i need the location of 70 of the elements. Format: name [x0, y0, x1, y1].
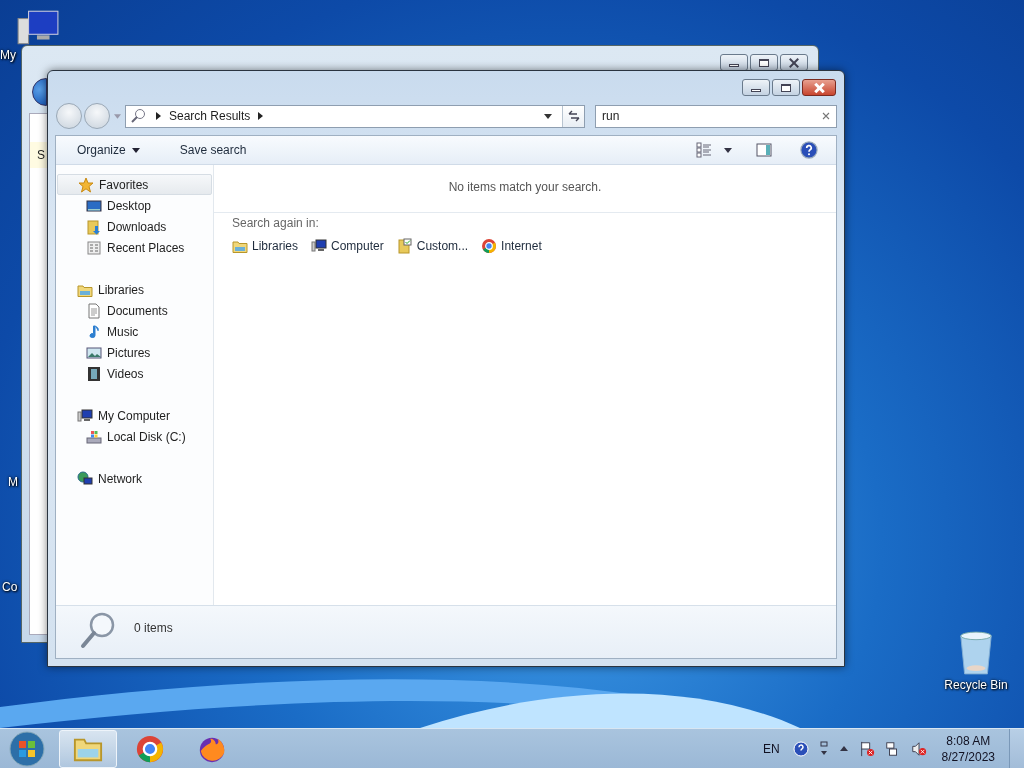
film-icon: [86, 365, 102, 382]
flag-icon[interactable]: [858, 740, 875, 757]
search-field[interactable]: run: [595, 104, 837, 128]
caret-icon[interactable]: [544, 113, 552, 119]
empty-message: No items match your search.: [448, 180, 602, 196]
grid-icon: [86, 239, 102, 256]
computer-icon: [311, 238, 328, 254]
drive-icon: [86, 428, 102, 445]
clock-date[interactable]: 8/27/2023: [941, 748, 995, 765]
refresh-button[interactable]: [562, 105, 584, 127]
tray-arrows-icon[interactable]: [818, 740, 829, 757]
close-button[interactable]: [802, 79, 836, 96]
trash-bin-icon[interactable]: [957, 630, 995, 676]
chevron-icon[interactable]: [156, 112, 161, 120]
computer-icon[interactable]: [16, 10, 60, 46]
nav-item[interactable]: Pictures: [56, 342, 213, 363]
language-indicator[interactable]: EN: [762, 741, 780, 756]
start-button[interactable]: [9, 730, 45, 767]
search-location-link[interactable]: Custom...: [396, 238, 469, 254]
maximize-button[interactable]: [772, 79, 800, 96]
folder-icon: [396, 238, 413, 254]
chevron-icon[interactable]: [258, 112, 264, 120]
back-button[interactable]: [32, 78, 47, 106]
minimize-button[interactable]: [742, 79, 770, 96]
toolbar-button[interactable]: Organize: [73, 140, 144, 160]
nav-item[interactable]: Libraries: [57, 279, 212, 300]
clear-icon[interactable]: [822, 112, 830, 120]
item-count: 0 items: [134, 621, 173, 635]
toolbar-button[interactable]: Save search: [175, 140, 251, 160]
picture-icon: [86, 344, 102, 361]
nav-item[interactable]: Network: [57, 468, 212, 489]
breadcrumb[interactable]: Search Results: [169, 109, 251, 123]
music-note-icon: [86, 323, 102, 340]
address-bar[interactable]: Search Results: [125, 104, 585, 128]
desktop-icon-label[interactable]: Co: [2, 580, 18, 594]
taskbar-button[interactable]: [59, 729, 117, 768]
desktop-icon-label[interactable]: My: [0, 48, 16, 62]
desktop-icon-label[interactable]: Recycle Bin: [944, 678, 1008, 692]
circle-logo-icon: [481, 238, 498, 254]
folder-icon: [86, 218, 102, 235]
help-icon[interactable]: [800, 141, 818, 159]
nav-item[interactable]: Music: [56, 321, 213, 342]
search-icon: [130, 108, 146, 124]
nav-item[interactable]: Local Disk (C:): [56, 426, 213, 447]
desktop-icon-label[interactable]: M: [8, 475, 18, 489]
nav-item[interactable]: Recent Places: [56, 237, 213, 258]
caret-icon[interactable]: [724, 147, 732, 153]
computer-icon: [77, 407, 93, 424]
caret-icon: [131, 147, 140, 153]
search-again-label: Search again in:: [232, 216, 320, 230]
nav-item[interactable]: Favorites: [57, 174, 212, 195]
nav-item[interactable]: My Computer: [57, 405, 212, 426]
nav-item[interactable]: Downloads: [56, 216, 213, 237]
document-icon: [86, 302, 102, 319]
nav-item[interactable]: Documents: [56, 300, 213, 321]
nav-item[interactable]: Desktop: [56, 195, 213, 216]
speaker-muted-icon[interactable]: [910, 740, 927, 757]
nav-item[interactable]: Videos: [56, 363, 213, 384]
star-icon: [78, 176, 94, 193]
circle-logo-icon: [135, 733, 165, 764]
refresh-icon: [566, 109, 581, 123]
search-location-link[interactable]: Internet: [481, 238, 542, 254]
search-location-link[interactable]: Libraries: [232, 238, 299, 254]
globe-icon: [77, 470, 93, 487]
monitor-icon: [86, 197, 102, 214]
clock-time[interactable]: 8:08 AM: [946, 732, 991, 749]
search-location-link[interactable]: Computer: [311, 238, 384, 254]
folder-icon: [232, 238, 248, 254]
search-field-text: S: [30, 142, 48, 168]
view-options-icon[interactable]: [696, 142, 712, 158]
